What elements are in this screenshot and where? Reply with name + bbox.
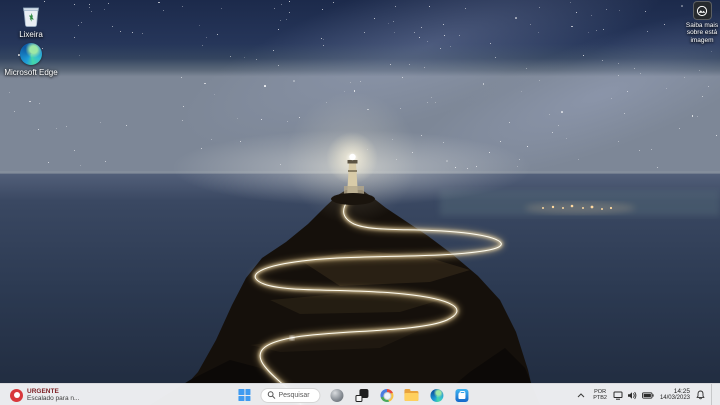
- start-button[interactable]: [235, 386, 253, 404]
- widgets-subtext: Escalado para n...: [27, 395, 79, 402]
- file-explorer-button[interactable]: [402, 386, 420, 404]
- desktop-icon-edge[interactable]: Microsoft Edge: [2, 42, 60, 77]
- taskbar-app-edge[interactable]: [427, 386, 445, 404]
- spotlight-camera-icon: [693, 1, 712, 20]
- desktop-icon-label: Saiba mais sobre esta imagem: [684, 22, 720, 44]
- tray-time: 14:25: [674, 388, 690, 396]
- desktop-wallpaper: [0, 0, 720, 405]
- search-placeholder: Pesquisar: [278, 392, 309, 399]
- task-view-button[interactable]: [352, 386, 370, 404]
- edge-icon: [19, 42, 43, 66]
- file-explorer-icon: [404, 391, 418, 402]
- system-tray: POR PTB2 14:25 14/03/2023: [575, 384, 718, 405]
- volume-icon: [627, 391, 638, 400]
- taskbar-app-round[interactable]: [327, 386, 345, 404]
- chrome-icon: [380, 389, 393, 402]
- windows-logo-icon: [238, 389, 250, 401]
- recycle-bin-icon: [19, 4, 43, 28]
- language-indicator[interactable]: POR PTB2: [593, 389, 607, 401]
- notifications-bell-icon[interactable]: [696, 390, 705, 400]
- hidden-icons-button[interactable]: [575, 386, 587, 404]
- battery-icon: [642, 392, 654, 399]
- microsoft-store-button[interactable]: [452, 386, 470, 404]
- search-icon: [267, 391, 275, 399]
- ethernet-icon: [613, 391, 623, 400]
- desktop-icon-label: Microsoft Edge: [4, 68, 57, 77]
- status-icons[interactable]: [613, 391, 654, 400]
- show-desktop-button[interactable]: [711, 384, 714, 405]
- taskbar: URGENTE Escalado para n... Pesquisar: [0, 383, 720, 405]
- microsoft-store-icon: [455, 389, 468, 402]
- chevron-up-icon: [577, 393, 585, 398]
- search-box[interactable]: Pesquisar: [260, 388, 320, 403]
- task-view-icon: [355, 389, 368, 402]
- clock[interactable]: 14:25 14/03/2023: [660, 388, 690, 403]
- edge-icon: [430, 389, 443, 402]
- widgets-headline: URGENTE: [27, 388, 79, 395]
- desktop-icon-label: Lixeira: [19, 30, 43, 39]
- widgets-button[interactable]: URGENTE Escalado para n...: [4, 384, 85, 405]
- wallpaper-scene: [0, 0, 720, 405]
- desktop-icon-spotlight[interactable]: Saiba mais sobre esta imagem: [684, 1, 720, 44]
- tray-date: 14/03/2023: [660, 395, 690, 402]
- news-source-icon: [10, 389, 23, 402]
- taskbar-app-chrome[interactable]: [377, 386, 395, 404]
- language-line2: PTB2: [593, 395, 607, 401]
- desktop-icon-recycle-bin[interactable]: Lixeira: [2, 4, 60, 39]
- taskbar-center: Pesquisar: [235, 384, 470, 405]
- round-app-icon: [330, 389, 343, 402]
